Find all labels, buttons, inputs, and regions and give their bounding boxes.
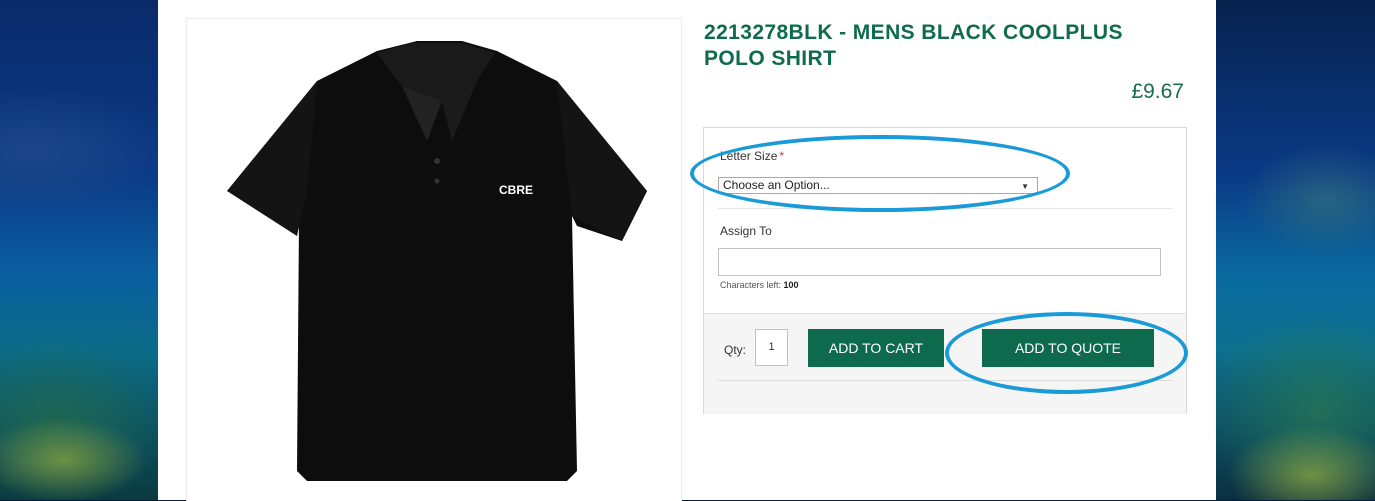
assign-to-label: Assign To bbox=[720, 224, 772, 238]
product-page: CBRE 2213278BLK - MENS BLACK COOLPLUS PO… bbox=[158, 0, 1216, 501]
size-label-text: Letter Size bbox=[720, 149, 778, 163]
background-right-panel bbox=[1216, 0, 1375, 500]
characters-left: Characters left: 100 bbox=[720, 280, 799, 290]
product-price: £9.67 bbox=[1131, 80, 1184, 103]
add-to-cart-button[interactable]: ADD TO CART bbox=[808, 329, 944, 367]
size-select[interactable]: Choose an Option... ▼ bbox=[718, 177, 1038, 194]
product-options-box: Letter Size * Choose an Option... ▼ Assig… bbox=[703, 127, 1187, 414]
required-marker: * bbox=[779, 149, 785, 163]
qty-input[interactable]: 1 bbox=[755, 329, 788, 366]
black-polo-shirt-image: CBRE bbox=[227, 41, 647, 481]
product-title: 2213278BLK - MENS BLACK COOLPLUS POLO SH… bbox=[704, 21, 1123, 70]
shirt-logo-text: CBRE bbox=[499, 183, 533, 197]
size-select-value: Choose an Option... bbox=[723, 178, 830, 192]
options-divider bbox=[718, 208, 1172, 209]
characters-left-count: 100 bbox=[783, 280, 799, 290]
qty-label: Qty: bbox=[724, 343, 747, 357]
actions-divider bbox=[718, 380, 1172, 381]
add-to-cart-area: Qty: 1 ADD TO CART ADD TO QUOTE bbox=[704, 313, 1186, 414]
size-label: Letter Size * bbox=[720, 149, 784, 163]
product-image-frame: CBRE bbox=[186, 18, 682, 501]
dropdown-arrow-icon: ▼ bbox=[1021, 182, 1029, 191]
assign-to-input[interactable] bbox=[718, 248, 1161, 276]
background-left-panel bbox=[0, 0, 158, 500]
add-to-quote-button[interactable]: ADD TO QUOTE bbox=[982, 329, 1154, 367]
characters-left-label: Characters left: bbox=[720, 280, 782, 290]
